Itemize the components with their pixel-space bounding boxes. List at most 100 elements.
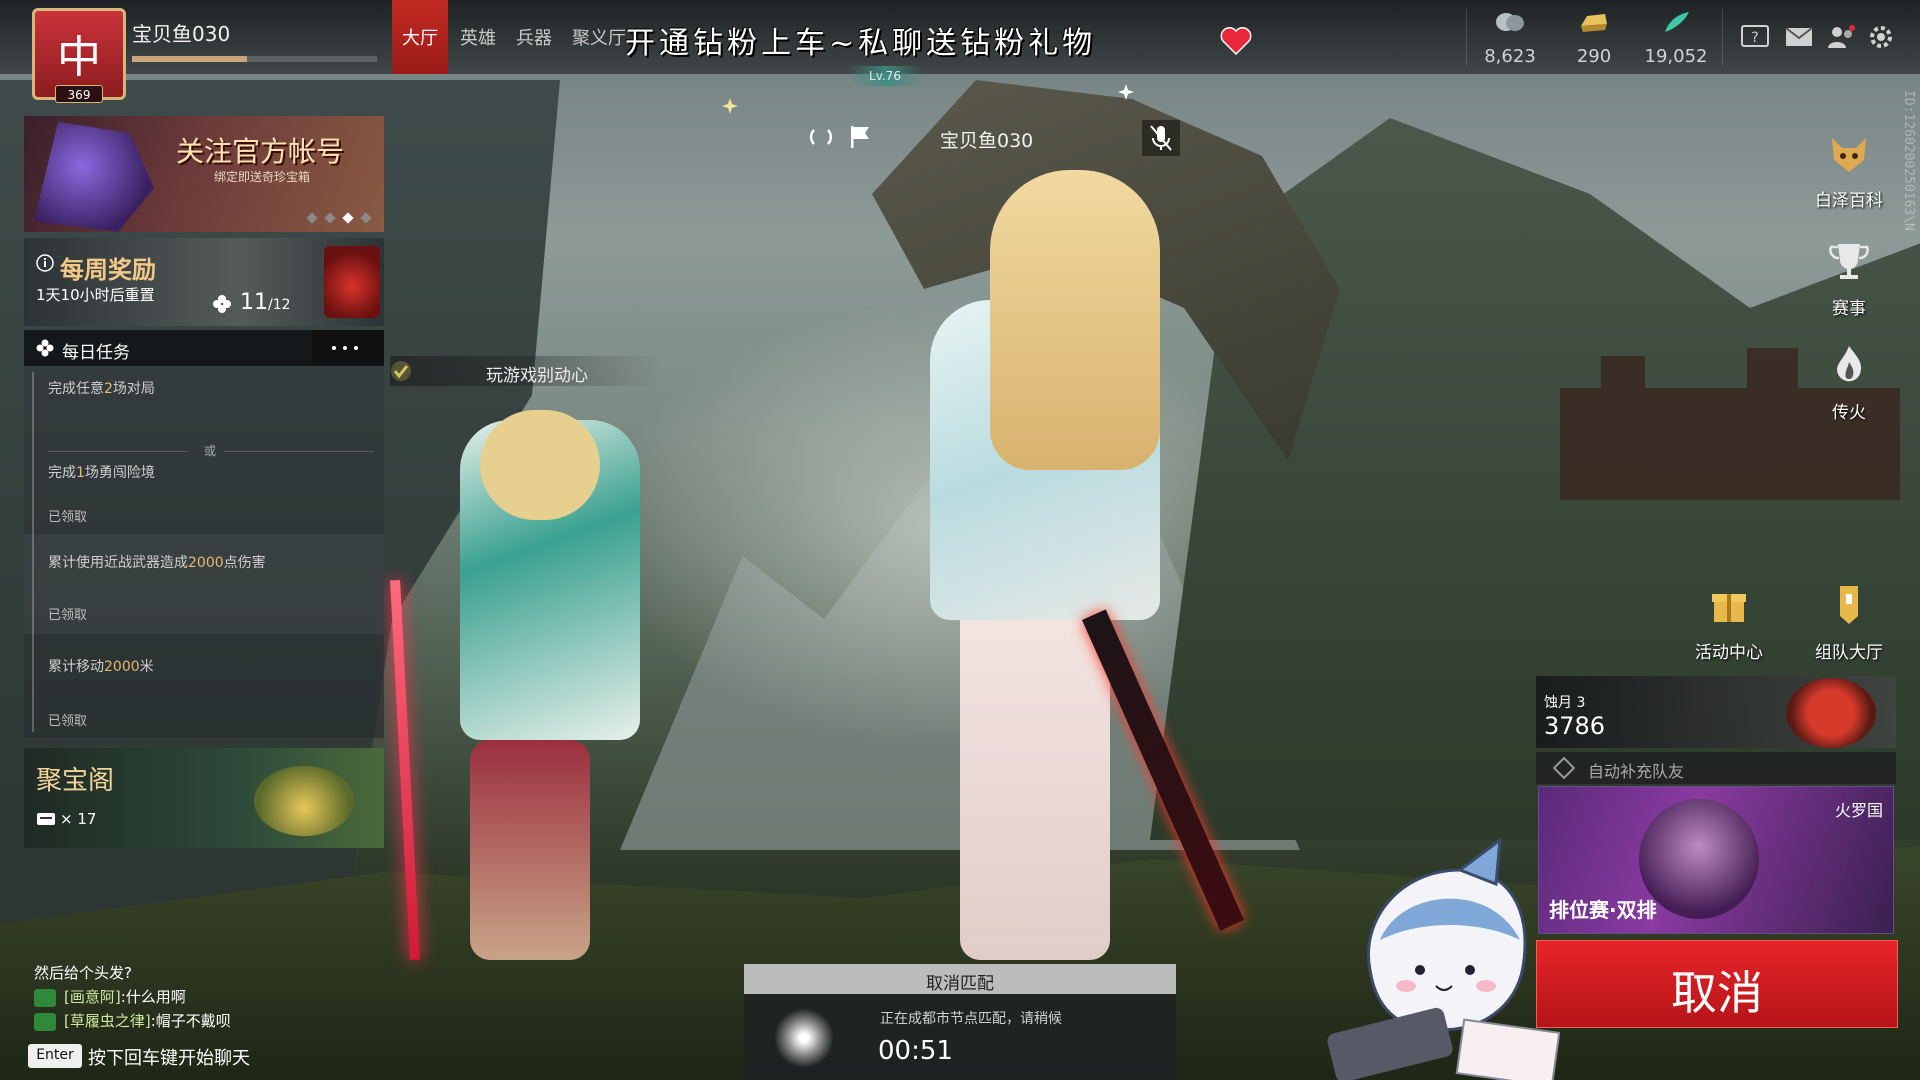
flag-icon[interactable] (848, 124, 872, 150)
currency-gold[interactable]: 290 (1554, 10, 1634, 67)
refresh-icon[interactable] (808, 124, 834, 150)
tab-guild-hall[interactable]: 聚义厅 (564, 0, 634, 74)
daily-tasks-header[interactable]: 每日任务 (24, 330, 384, 366)
sparkle-icon (1118, 84, 1134, 100)
season-score: 3786 (1544, 712, 1606, 740)
task-row[interactable]: 累计使用近战武器造成2000点伤害 已领取 (24, 534, 384, 634)
mode-map-name: 火罗国 (1834, 801, 1883, 820)
settings-icon[interactable] (1866, 24, 1896, 50)
treasure-pavilion-title: 聚宝阁 (36, 766, 115, 796)
top-divider (1722, 8, 1723, 66)
player-avatar[interactable]: 中 369 (32, 8, 126, 103)
rail-label: 传火 (1832, 403, 1866, 423)
rail-label: 组队大厅 (1815, 643, 1883, 663)
season-rank-card[interactable]: 蚀月 3 3786 (1536, 676, 1896, 748)
more-options-button[interactable] (312, 330, 384, 366)
weekly-reset-timer: 1天10小时后重置 (36, 286, 155, 304)
clover-icon (36, 339, 54, 357)
task-text: 完成1场勇闯险境 (48, 465, 155, 481)
shark-mascot-overlay (1327, 836, 1560, 1080)
cancel-match-button[interactable]: 取消匹配 (744, 964, 1176, 994)
carousel-dot[interactable] (360, 212, 372, 224)
character-name: 宝贝鱼030 (940, 130, 1034, 152)
tab-lobby[interactable]: 大厅 (392, 0, 448, 74)
match-timer: 00:51 (878, 1036, 953, 1066)
companion-character-hair (480, 410, 600, 520)
rank-badge-icon (1786, 678, 1876, 748)
banner-icon (1840, 586, 1858, 624)
main-character-legs (960, 600, 1110, 960)
avatar-glyph: 中 (57, 32, 101, 83)
treasure-chest-icon (254, 766, 354, 836)
currency-amount: 19,052 (1644, 46, 1708, 67)
carousel-dot-active[interactable] (342, 212, 354, 224)
season-name: 蚀月 3 (1544, 695, 1586, 711)
treasure-pavilion-card[interactable]: 聚宝阁 × 17 (24, 748, 384, 848)
feather-icon (1665, 12, 1689, 32)
currency-feathers[interactable]: 19,052 (1636, 10, 1716, 67)
tab-heroes[interactable]: 英雄 (452, 0, 504, 74)
chat-input-hint[interactable]: 按下回车键开始聊天 (88, 1044, 250, 1070)
coin-icon (1496, 13, 1524, 31)
rail-pass-fire[interactable]: 传火 (1794, 342, 1904, 423)
mode-name: 排位赛·双排 (1549, 898, 1657, 922)
task-status: 已领取 (48, 608, 88, 623)
task-status: 已领取 (48, 510, 88, 525)
character-name-bar: 宝贝鱼030 (808, 120, 1188, 156)
player-name: 宝贝鱼030 (132, 22, 231, 46)
promo-follow-official-card[interactable]: 关注官方帐号 绑定即送奇珍宝箱 (24, 116, 384, 232)
tab-weapons[interactable]: 兵器 (508, 0, 560, 74)
mission-tag-text: 玩游戏别动心 (486, 366, 588, 386)
chat-message: 然后给个头发? (34, 964, 132, 982)
carousel-dot[interactable] (306, 212, 318, 224)
loading-swirl-icon (774, 1008, 834, 1068)
weekly-reward-card[interactable]: 每周奖励 1天10小时后重置 11/12 (24, 238, 384, 326)
cancel-button[interactable]: 取消 (1536, 940, 1898, 1028)
top-divider (1466, 8, 1467, 66)
chat-message: [草履虫之律]:帽子不戴呗 (34, 1010, 231, 1031)
checkmark-icon (391, 361, 411, 381)
info-icon (36, 254, 54, 272)
svg-text:?: ? (1751, 30, 1758, 46)
task-text: 累计移动2000米 (48, 659, 154, 675)
or-divider (48, 451, 188, 452)
mic-muted-icon[interactable] (1142, 120, 1180, 156)
rail-label: 赛事 (1832, 299, 1866, 319)
rail-tournaments[interactable]: 赛事 (1794, 238, 1904, 319)
daily-tasks-title: 每日任务 (62, 343, 130, 363)
task-text: 完成任意2场对局 (48, 381, 155, 397)
task-row[interactable]: 完成任意2场对局 或 完成1场勇闯险境 已领取 (24, 366, 384, 525)
help-icon[interactable]: ? (1740, 24, 1770, 50)
flame-icon (1837, 346, 1862, 382)
currency-coins[interactable]: 8,623 (1470, 10, 1550, 67)
checkbox-diamond-icon (1552, 756, 1576, 780)
top-bar: 中 369 宝贝鱼030 大厅 英雄 兵器 聚义厅 开通钻粉上车~私聊送钻粉礼物… (0, 0, 1920, 103)
promo-title: 关注官方帐号 (176, 135, 345, 168)
matchmaking-panel: 取消匹配 正在成都市节点匹配，请稍候 00:51 (744, 964, 1176, 1080)
enter-key-hint[interactable]: Enter (28, 1044, 82, 1068)
carousel-dot[interactable] (324, 212, 336, 224)
main-character-hair (990, 170, 1160, 470)
auto-fill-label: 自动补充队友 (1588, 762, 1685, 781)
task-row[interactable]: 累计移动2000米 已领取 (24, 636, 384, 736)
weekly-progress: 11/12 (240, 290, 291, 315)
xp-bar-fill (132, 56, 248, 62)
auto-fill-teammates-toggle[interactable]: 自动补充队友 (1536, 752, 1896, 784)
rail-baize-wiki[interactable]: 白泽百科 (1794, 130, 1904, 211)
or-label: 或 (204, 444, 217, 458)
weekly-progress-current: 11 (240, 290, 268, 315)
task-status: 已领取 (48, 714, 88, 729)
game-mode-card[interactable]: 火罗国 排位赛·双排 (1538, 786, 1894, 934)
friends-icon[interactable] (1826, 24, 1856, 50)
weekly-progress-total: /12 (268, 297, 291, 313)
cancel-match-label: 取消匹配 (926, 974, 994, 994)
reward-bag-icon[interactable] (324, 246, 380, 318)
rail-label: 白泽百科 (1815, 191, 1883, 211)
player-level: 369 (55, 85, 103, 103)
trophy-icon (1829, 244, 1869, 279)
rail-event-center[interactable]: 活动中心 (1674, 582, 1784, 663)
chat-message: [画意阿]:什么用啊 (34, 986, 186, 1007)
match-status: 正在成都市节点匹配，请稍候 (880, 1011, 1062, 1027)
rail-team-hall[interactable]: 组队大厅 (1794, 582, 1904, 663)
mail-icon[interactable] (1784, 24, 1814, 50)
